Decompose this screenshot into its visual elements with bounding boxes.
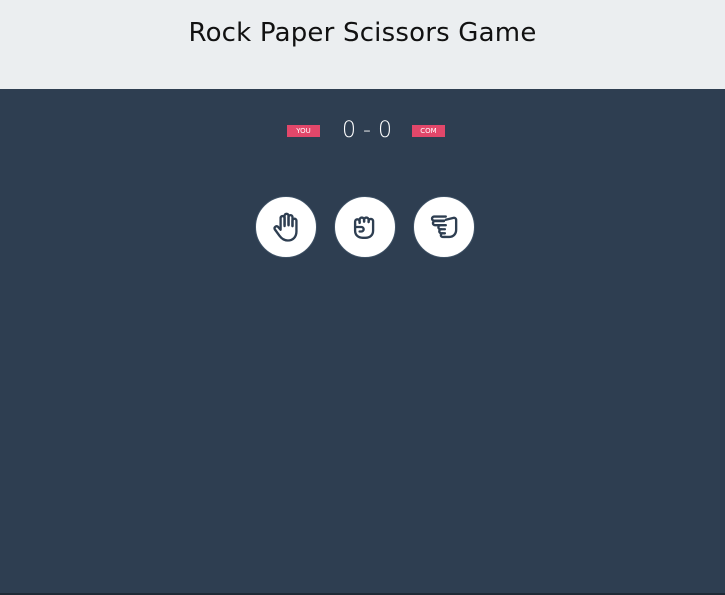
scissors-choice-button[interactable]	[413, 196, 475, 258]
user-label-badge: YOU	[287, 125, 320, 137]
scoreboard: YOU 0 - 0 COM	[0, 117, 725, 145]
computer-score: 0	[377, 118, 392, 143]
paper-choice-button[interactable]	[255, 196, 317, 258]
header: Rock Paper Scissors Game	[0, 0, 725, 89]
user-score: 0	[342, 118, 357, 143]
computer-label-badge: COM	[412, 125, 445, 137]
hand-paper-icon	[273, 212, 298, 242]
page-title: Rock Paper Scissors Game	[188, 17, 537, 48]
hand-rock-icon	[353, 216, 375, 239]
hand-scissors-icon	[430, 215, 458, 239]
choices	[0, 196, 725, 260]
score-display: 0 - 0	[325, 117, 409, 145]
rock-choice-button[interactable]	[334, 196, 396, 258]
score-separator: -	[363, 118, 371, 143]
